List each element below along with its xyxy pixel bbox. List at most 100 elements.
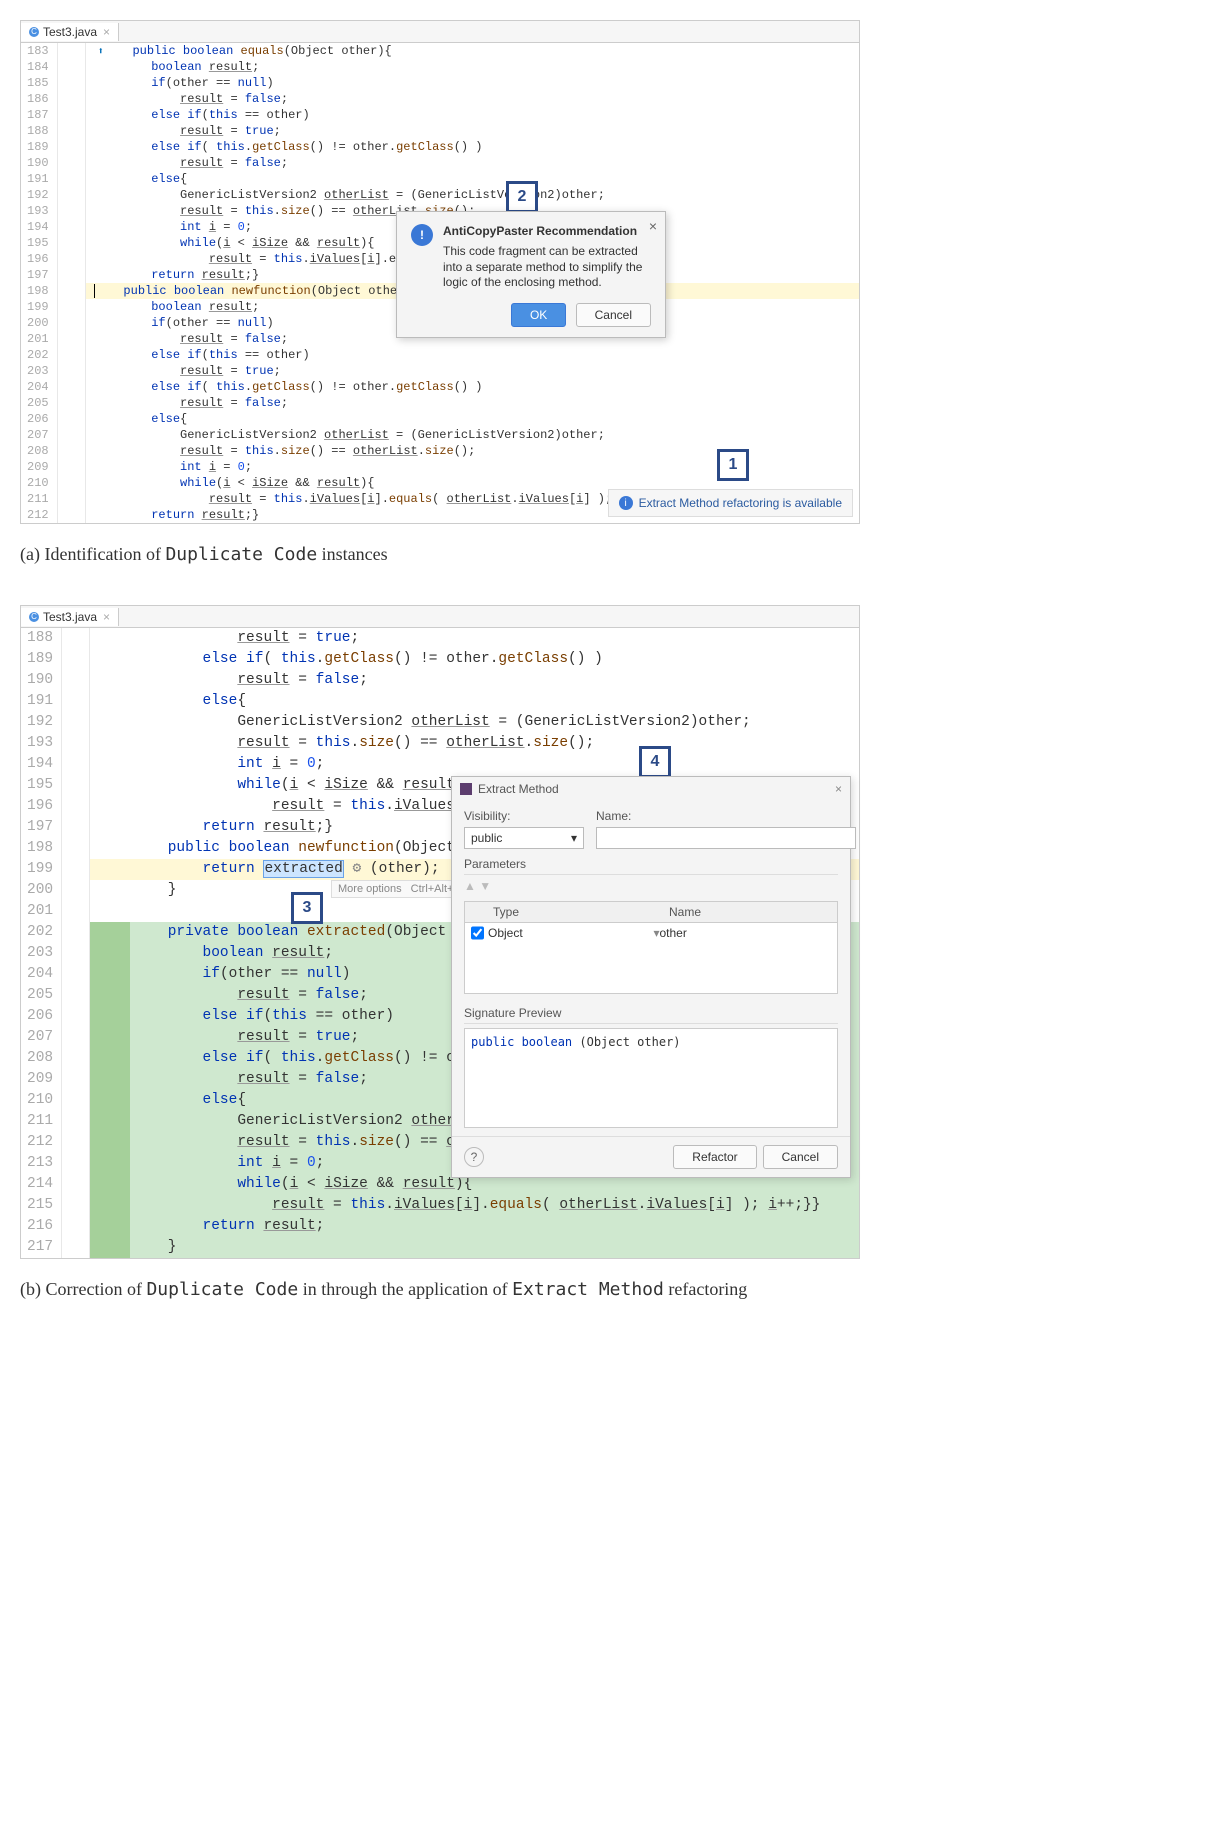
line-number: 187 bbox=[27, 107, 49, 123]
line-number: 211 bbox=[27, 1111, 53, 1132]
code-line[interactable]: else if( this.getClass() != other.getCla… bbox=[90, 649, 859, 670]
cancel-button[interactable]: Cancel bbox=[763, 1145, 838, 1169]
code-line[interactable]: else if( this.getClass() != other.getCla… bbox=[86, 379, 859, 395]
cancel-button[interactable]: Cancel bbox=[576, 303, 651, 327]
line-number: 192 bbox=[27, 712, 53, 733]
code-line[interactable]: ⬆ public boolean equals(Object other){ bbox=[86, 43, 859, 59]
code-line[interactable]: GenericListVersion2 otherList = (Generic… bbox=[86, 427, 859, 443]
editor-tab[interactable]: C Test3.java × bbox=[21, 23, 119, 41]
tab-filename: Test3.java bbox=[43, 25, 97, 39]
table-row[interactable]: Object ▾ other bbox=[465, 923, 837, 943]
line-number: 190 bbox=[27, 670, 53, 691]
code-line[interactable]: else{ bbox=[86, 171, 859, 187]
visibility-select[interactable]: public ▾ bbox=[464, 827, 584, 849]
help-button[interactable]: ? bbox=[464, 1147, 484, 1167]
panel-b: C Test3.java × 1881891901911921931941951… bbox=[20, 605, 860, 1259]
info-icon: ! bbox=[411, 224, 433, 246]
line-number: 214 bbox=[27, 1174, 53, 1195]
line-number: 195 bbox=[27, 235, 49, 251]
close-icon[interactable]: × bbox=[103, 25, 110, 39]
line-number: 189 bbox=[27, 139, 49, 155]
line-number: 193 bbox=[27, 733, 53, 754]
caption-a: (a) Identification of Duplicate Code ins… bbox=[20, 544, 1205, 565]
code-line[interactable]: if(other == null) bbox=[86, 75, 859, 91]
override-icon: ⬆ bbox=[98, 47, 104, 58]
close-icon[interactable]: × bbox=[649, 218, 657, 234]
app-icon bbox=[460, 783, 472, 795]
line-number: 202 bbox=[27, 922, 53, 943]
line-number: 188 bbox=[27, 123, 49, 139]
code-line[interactable]: result = false; bbox=[86, 395, 859, 411]
line-number: 208 bbox=[27, 1048, 53, 1069]
callout-3: 3 bbox=[291, 892, 323, 924]
line-number: 200 bbox=[27, 880, 53, 901]
code-line[interactable]: return result; bbox=[90, 1216, 859, 1237]
line-number: 206 bbox=[27, 411, 49, 427]
line-number: 199 bbox=[27, 859, 53, 880]
code-line[interactable]: else{ bbox=[90, 691, 859, 712]
param-name: other bbox=[660, 926, 832, 940]
param-reorder-buttons[interactable]: ▲ ▼ bbox=[464, 875, 838, 897]
code-line[interactable]: GenericListVersion2 otherList = (Generic… bbox=[86, 187, 859, 203]
tab-filename: Test3.java bbox=[43, 610, 97, 624]
panel-a: C Test3.java × 1831841851861871881891901… bbox=[20, 20, 860, 524]
line-number: 201 bbox=[27, 331, 49, 347]
code-line[interactable]: else if(this == other) bbox=[86, 107, 859, 123]
line-number: 200 bbox=[27, 315, 49, 331]
code-line[interactable]: int i = 0; bbox=[90, 754, 859, 775]
line-number: 217 bbox=[27, 1237, 53, 1258]
code-line[interactable]: else if(this == other) bbox=[86, 347, 859, 363]
code-line[interactable]: } bbox=[90, 1237, 859, 1258]
code-line[interactable]: boolean result; bbox=[86, 59, 859, 75]
tab-bar: C Test3.java × bbox=[21, 21, 859, 43]
line-number: 216 bbox=[27, 1216, 53, 1237]
type-header: Type bbox=[485, 902, 661, 922]
line-number: 202 bbox=[27, 347, 49, 363]
tooltip-label: More options bbox=[338, 883, 402, 895]
line-number: 192 bbox=[27, 187, 49, 203]
line-number: 198 bbox=[27, 838, 53, 859]
visibility-label: Visibility: bbox=[464, 809, 584, 823]
line-number: 185 bbox=[27, 75, 49, 91]
line-number: 203 bbox=[27, 943, 53, 964]
refactor-button[interactable]: Refactor bbox=[673, 1145, 756, 1169]
fold-gutter bbox=[62, 628, 90, 1258]
gutter: 1831841851861871881891901911921931941951… bbox=[21, 43, 58, 523]
line-number: 212 bbox=[27, 507, 49, 523]
extract-method-notification[interactable]: i Extract Method refactoring is availabl… bbox=[608, 489, 853, 517]
code-line[interactable]: result = true; bbox=[86, 123, 859, 139]
line-number: 211 bbox=[27, 491, 49, 507]
param-checkbox[interactable] bbox=[471, 926, 484, 940]
code-line[interactable]: result = true; bbox=[90, 628, 859, 649]
code-line[interactable]: result = this.size() == otherList.size()… bbox=[90, 733, 859, 754]
name-input[interactable] bbox=[596, 827, 856, 849]
gear-icon[interactable]: ⚙ bbox=[352, 861, 361, 877]
close-icon[interactable]: × bbox=[835, 782, 842, 796]
code-line[interactable]: result = this.iValues[i].equals( otherLi… bbox=[90, 1195, 859, 1216]
line-number: 198 bbox=[27, 283, 49, 299]
code-line[interactable]: GenericListVersion2 otherList = (Generic… bbox=[90, 712, 859, 733]
code-line[interactable]: else{ bbox=[86, 411, 859, 427]
extract-method-dialog: Extract Method × Visibility: public ▾ Na… bbox=[451, 776, 851, 1178]
chevron-down-icon: ▾ bbox=[571, 831, 577, 845]
line-number: 207 bbox=[27, 427, 49, 443]
callout-2: 2 bbox=[506, 181, 538, 213]
selected-identifier[interactable]: extracted bbox=[263, 860, 343, 878]
code-line[interactable]: result = false; bbox=[86, 91, 859, 107]
line-number: 190 bbox=[27, 155, 49, 171]
line-number: 183 bbox=[27, 43, 49, 59]
callout-4: 4 bbox=[639, 746, 671, 778]
line-number: 209 bbox=[27, 1069, 53, 1090]
parameters-table: Type Name Object ▾ other bbox=[464, 901, 838, 994]
callout-1: 1 bbox=[717, 449, 749, 481]
ok-button[interactable]: OK bbox=[511, 303, 566, 327]
code-line[interactable]: result = true; bbox=[86, 363, 859, 379]
code-line[interactable]: result = false; bbox=[86, 155, 859, 171]
line-number: 205 bbox=[27, 395, 49, 411]
dialog-message: This code fragment can be extracted into… bbox=[443, 244, 651, 291]
code-line[interactable]: else if( this.getClass() != other.getCla… bbox=[86, 139, 859, 155]
close-icon[interactable]: × bbox=[103, 610, 110, 624]
editor-tab[interactable]: C Test3.java × bbox=[21, 608, 119, 626]
code-line[interactable]: result = false; bbox=[90, 670, 859, 691]
visibility-value: public bbox=[471, 831, 502, 845]
